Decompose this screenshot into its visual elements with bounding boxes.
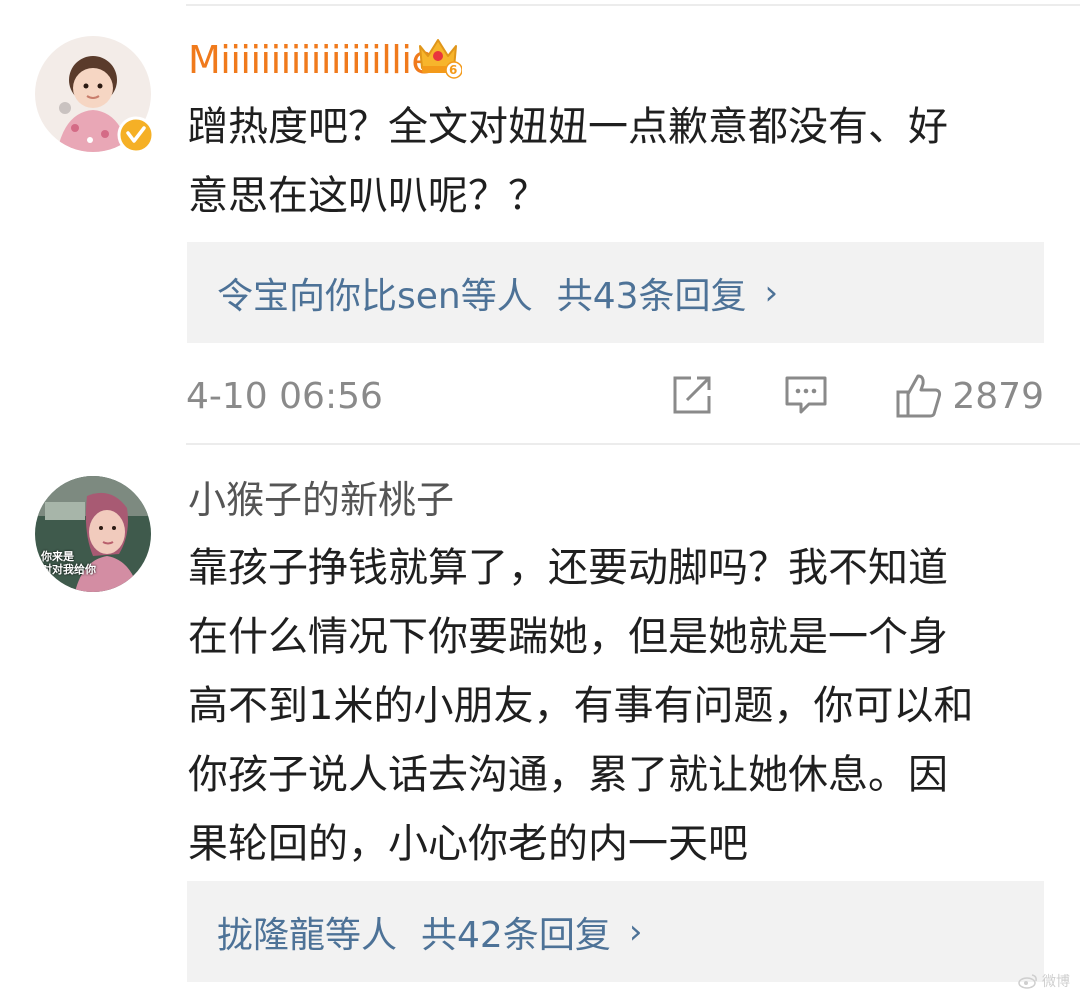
comment-text: 蹭热度吧？全文对妞妞一点歉意都没有、好 意思在这叭叭呢？？ bbox=[188, 104, 948, 219]
avatar-caption: 你来是 对对我给你 bbox=[41, 550, 96, 576]
badge-level: 6 bbox=[449, 63, 458, 77]
avatar[interactable]: 你来是 对对我给你 bbox=[35, 476, 151, 592]
username[interactable]: Miiiiiiiiiiiiiiiillie bbox=[188, 37, 435, 83]
like-count: 2879 bbox=[952, 376, 1044, 417]
comment-meta-row: 4-10 06:56 2879 bbox=[186, 372, 1044, 422]
comment-text: 靠孩子挣钱就算了，还要动脚吗？我不知道 在什么情况下你要踹她，但是她就是一个身 … bbox=[188, 545, 974, 867]
timestamp: 4-10 06:56 bbox=[186, 376, 383, 417]
replies-users: 拢隆龍等人 bbox=[217, 914, 398, 956]
verified-badge-icon bbox=[117, 116, 155, 154]
comment-icon[interactable] bbox=[783, 372, 829, 422]
weibo-logo-icon bbox=[1018, 974, 1037, 989]
replies-link[interactable]: 令宝向你比sen等人 共43条回复 › bbox=[187, 242, 1044, 343]
username[interactable]: 小猴子的新桃子 bbox=[188, 477, 454, 523]
replies-count: 共43条回复 bbox=[556, 275, 747, 317]
crown-badge-icon: 6 bbox=[414, 32, 463, 80]
share-icon[interactable] bbox=[669, 372, 715, 422]
replies-count: 共42条回复 bbox=[421, 914, 611, 956]
watermark: 微博 bbox=[1018, 971, 1070, 991]
thumbs-up-icon[interactable] bbox=[894, 372, 944, 424]
comment-item: Miiiiiiiiiiiiiiiillie 6 蹭热度吧？全文对妞妞一点歉意都没… bbox=[0, 0, 1080, 443]
watermark-text: 微博 bbox=[1042, 974, 1070, 990]
replies-users: 令宝向你比sen等人 bbox=[217, 275, 533, 317]
replies-link[interactable]: 拢隆龍等人 共42条回复 › bbox=[187, 881, 1044, 982]
avatar[interactable] bbox=[35, 36, 155, 154]
comment-item: 你来是 对对我给你 小猴子的新桃子 靠孩子挣钱就算了，还要动脚吗？我不知道 在什… bbox=[0, 445, 1080, 997]
avatar-image: 你来是 对对我给你 bbox=[35, 476, 151, 592]
chevron-right-icon: › bbox=[628, 911, 643, 952]
chevron-right-icon: › bbox=[764, 272, 779, 313]
